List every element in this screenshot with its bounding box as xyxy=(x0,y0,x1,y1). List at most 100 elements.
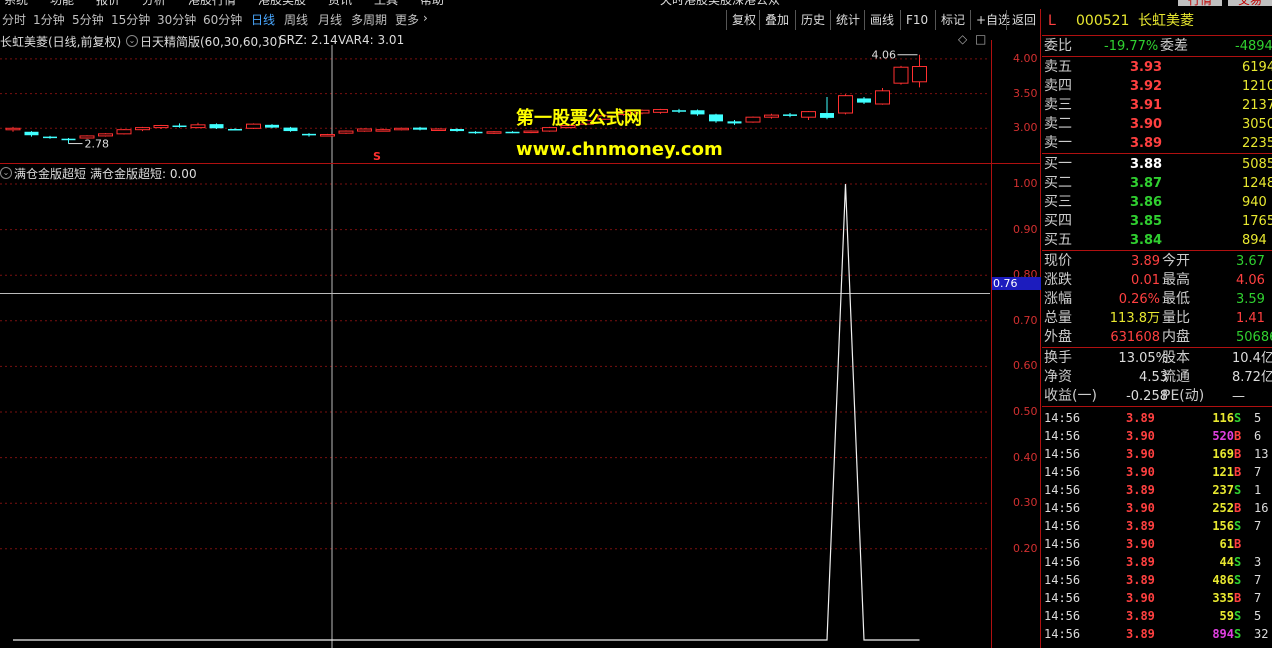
fundamental-value: 10.4亿 xyxy=(1232,351,1272,366)
buy-row[interactable]: 买一 3.88 5085 xyxy=(1042,155,1272,174)
tick-row[interactable]: 14:56 3.90 520 B 6 xyxy=(1042,427,1272,445)
top-menu-item[interactable]: 分析 xyxy=(142,0,166,6)
tool-button[interactable]: 统计 xyxy=(830,10,865,30)
period-tab[interactable]: 15分钟 xyxy=(111,11,150,28)
quote-label: 外盘 xyxy=(1044,329,1072,345)
indicator-chart[interactable] xyxy=(0,164,992,648)
kline-chart[interactable]: 4.06 2.78 S xyxy=(0,45,992,163)
tick-time: 14:56 xyxy=(1044,555,1081,569)
sell-row[interactable]: 卖二 3.90 3050 xyxy=(1042,115,1272,134)
tick-volume: 44 xyxy=(1219,555,1234,569)
top-menu-item[interactable]: 港股美股 xyxy=(258,0,306,6)
candle-body xyxy=(116,129,132,135)
tick-time: 14:56 xyxy=(1044,447,1081,461)
top-menu-item[interactable]: 港股行情 xyxy=(188,0,236,6)
tick-row[interactable]: 14:56 3.90 335 B 7 xyxy=(1042,589,1272,607)
quote-label: 内盘 xyxy=(1162,329,1190,345)
tick-row[interactable]: 14:56 3.89 59 S 5 xyxy=(1042,607,1272,625)
period-tab[interactable]: 多周期 xyxy=(351,11,387,28)
candle xyxy=(61,138,76,144)
tick-row[interactable]: 14:56 3.90 61 B xyxy=(1042,535,1272,553)
buy-row[interactable]: 买五 3.84 894 xyxy=(1042,231,1272,250)
fundamental-row: 净资 4.53 流通 8.72亿 xyxy=(1042,368,1272,387)
period-tab[interactable]: 5分钟 xyxy=(72,11,104,28)
candle-body xyxy=(5,127,21,131)
quote-row: 涨跌 0.01 最高 4.06 xyxy=(1042,271,1272,290)
period-tab[interactable]: 日线 xyxy=(251,11,275,28)
tick-row[interactable]: 14:56 3.89 156 S 7 xyxy=(1042,517,1272,535)
period-tab[interactable]: 更多 xyxy=(395,11,419,28)
tick-count: 6 xyxy=(1254,429,1262,443)
stock-name: 长虹美菱 xyxy=(1138,13,1194,29)
tool-button[interactable]: 返回 xyxy=(1006,10,1041,30)
tool-button[interactable]: 叠加 xyxy=(759,10,794,30)
trade-button[interactable]: 交易 xyxy=(1228,0,1272,7)
square-icon[interactable]: □ xyxy=(975,32,986,46)
candle-body xyxy=(394,127,409,131)
tick-row[interactable]: 14:56 3.89 894 S 32 xyxy=(1042,625,1272,643)
sell-row[interactable]: 卖一 3.89 2235 xyxy=(1042,134,1272,153)
buy-row[interactable]: 买二 3.87 1248 xyxy=(1042,174,1272,193)
candle-body xyxy=(24,131,39,136)
tick-row[interactable]: 14:56 3.89 44 S 3 xyxy=(1042,553,1272,571)
tick-volume: 121 xyxy=(1212,465,1234,479)
candle-body xyxy=(709,114,723,122)
stock-code: 000521 xyxy=(1076,13,1130,29)
candle xyxy=(320,133,335,137)
candle-body xyxy=(98,133,113,137)
tick-count: 5 xyxy=(1254,609,1262,623)
candle-body xyxy=(820,113,834,118)
candle-body xyxy=(135,127,150,131)
period-tab[interactable]: 1分钟 xyxy=(33,11,65,28)
top-menu-item[interactable]: 工具 xyxy=(374,0,398,6)
tick-row[interactable]: 14:56 3.89 116 S 5 xyxy=(1042,409,1272,427)
tick-price: 3.90 xyxy=(1126,591,1155,605)
candle-body xyxy=(893,66,909,84)
top-menu-item[interactable]: 资讯 xyxy=(328,0,352,6)
tick-row[interactable]: 14:56 3.90 121 B 7 xyxy=(1042,463,1272,481)
tool-button[interactable]: 标记 xyxy=(935,10,970,30)
fundamental-row: 换手 13.05% 股本 10.4亿 xyxy=(1042,349,1272,368)
buy-price: 3.87 xyxy=(1130,176,1163,191)
quote-value: 113.8万 xyxy=(1109,311,1160,326)
tool-button[interactable]: 复权 xyxy=(726,10,761,30)
period-tab[interactable]: 分时 xyxy=(2,11,26,28)
tick-price: 3.90 xyxy=(1126,501,1155,515)
tick-volume: 116 xyxy=(1212,411,1234,425)
tick-direction: S xyxy=(1234,627,1242,641)
divider xyxy=(1042,347,1272,348)
candle xyxy=(820,97,834,120)
right-panel-divider xyxy=(1040,9,1041,648)
buy-row[interactable]: 买四 3.85 1765 xyxy=(1042,212,1272,231)
tick-row[interactable]: 14:56 3.90 252 B 16 xyxy=(1042,499,1272,517)
period-tab[interactable]: 60分钟 xyxy=(203,11,242,28)
weibi-value: -19.77% xyxy=(1104,39,1159,54)
tick-row[interactable]: 14:56 3.89 237 S 1 xyxy=(1042,481,1272,499)
diamond-icon[interactable]: ◇ xyxy=(958,32,967,46)
weicha-value: -4894 xyxy=(1235,39,1272,54)
candle xyxy=(505,131,520,134)
sell-row[interactable]: 卖三 3.91 2137 xyxy=(1042,96,1272,115)
top-menu-item[interactable]: 帮助 xyxy=(420,0,444,6)
tick-row[interactable]: 14:56 3.89 486 S 7 xyxy=(1042,571,1272,589)
tool-button[interactable]: 历史 xyxy=(795,10,830,30)
tool-button[interactable]: 画线 xyxy=(864,10,899,30)
chevron-right-icon[interactable]: › xyxy=(423,11,428,25)
top-menu-item[interactable]: 系统 xyxy=(4,0,28,6)
sell-row[interactable]: 卖四 3.92 1210 xyxy=(1042,77,1272,96)
period-tab[interactable]: 30分钟 xyxy=(157,11,196,28)
period-tab[interactable]: 周线 xyxy=(284,11,308,28)
tool-button[interactable]: F10 xyxy=(900,10,933,30)
top-menu-item[interactable]: 功能 xyxy=(50,0,74,6)
top-menu-item[interactable]: 报价 xyxy=(96,0,120,6)
candle-body xyxy=(505,131,520,134)
buy-price: 3.85 xyxy=(1130,214,1163,229)
tick-price: 3.89 xyxy=(1126,411,1155,425)
period-tab[interactable]: 月线 xyxy=(318,11,342,28)
top-menu-bar: 系统 功能 报价 分析 港股行情 港股美股 资讯 工具 帮助 xyxy=(0,0,1040,6)
quote-button[interactable]: 行情 xyxy=(1178,0,1222,7)
sell-row[interactable]: 卖五 3.93 6194 xyxy=(1042,58,1272,77)
tick-row[interactable]: 14:56 3.90 169 B 13 xyxy=(1042,445,1272,463)
buy-row[interactable]: 买三 3.86 940 xyxy=(1042,193,1272,212)
candle xyxy=(116,128,132,135)
